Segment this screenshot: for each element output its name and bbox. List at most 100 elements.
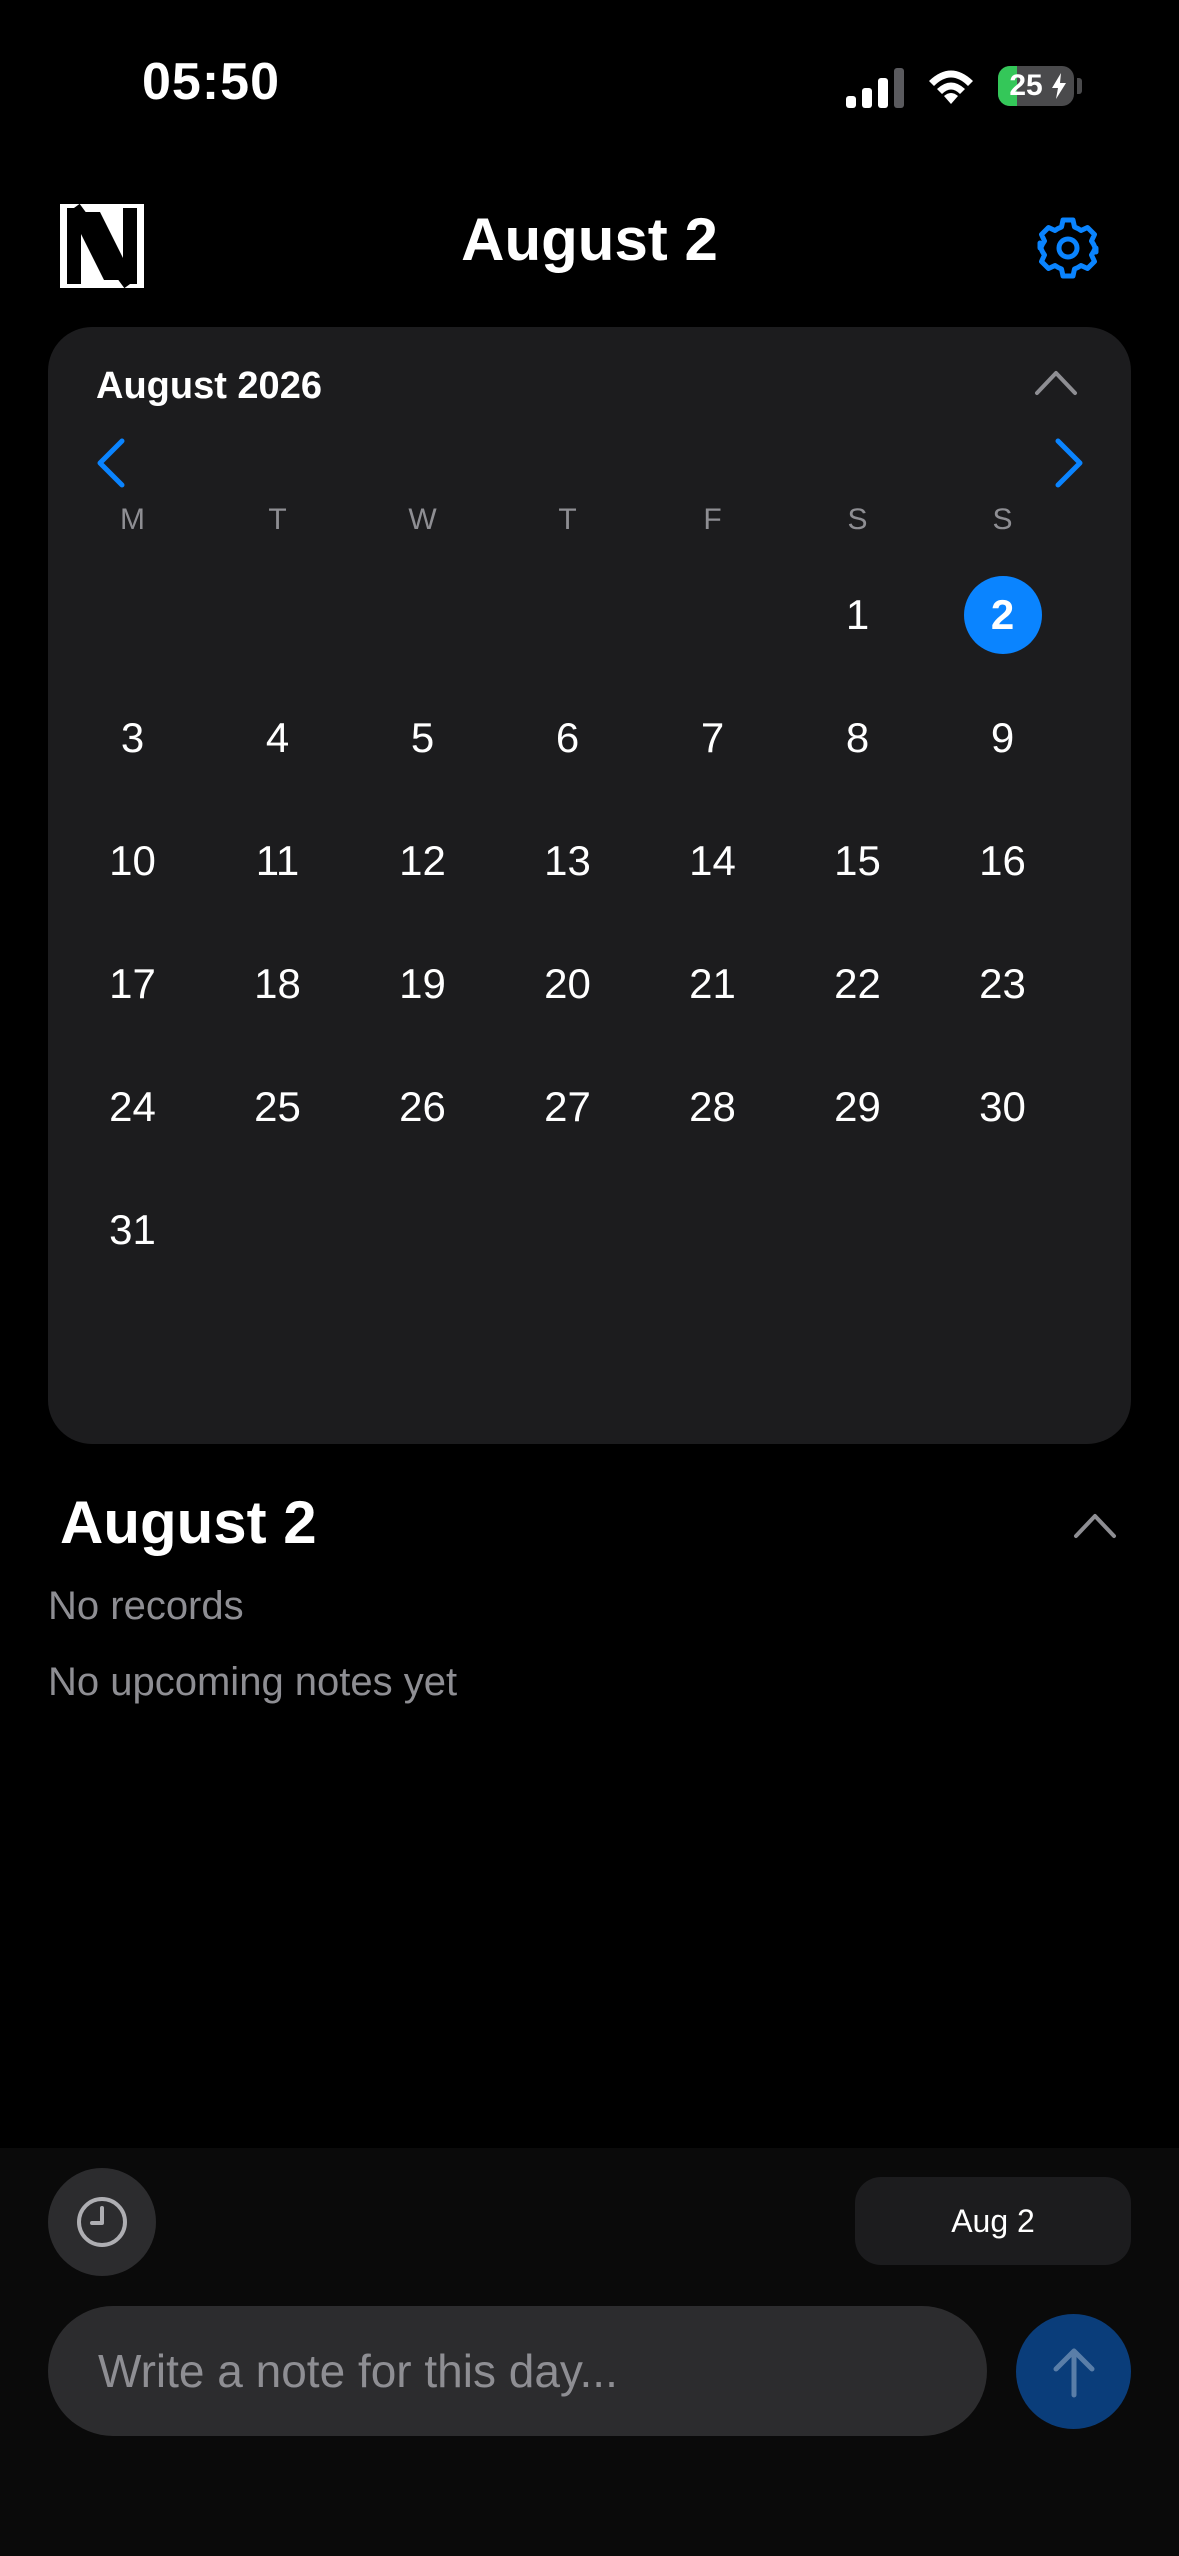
- day-number: 28: [689, 1082, 736, 1130]
- weekday-label: W: [408, 503, 437, 536]
- calendar-day-cell[interactable]: 17: [60, 922, 205, 1045]
- chevron-up-icon[interactable]: [1033, 365, 1079, 399]
- day-number: 17: [109, 959, 156, 1007]
- weekday-label: S: [992, 503, 1013, 536]
- date-pill-button[interactable]: Aug 2: [855, 2177, 1131, 2265]
- calendar-day-cell[interactable]: 20: [495, 922, 640, 1045]
- weekday-label: S: [847, 503, 868, 536]
- day-number: 26: [399, 1082, 446, 1130]
- app-screen: 05:50 25 August 2 August 2026 M T W T F …: [0, 0, 1179, 2556]
- day-number: 24: [109, 1082, 156, 1130]
- weekday-header: MTWTFSS: [60, 503, 1075, 543]
- calendar-day-cell[interactable]: 30: [930, 1045, 1075, 1168]
- day-number: 16: [979, 836, 1026, 884]
- day-number: 10: [109, 836, 156, 884]
- history-button[interactable]: [48, 2168, 156, 2276]
- calendar-day-cell[interactable]: 25: [205, 1045, 350, 1168]
- day-number: 14: [689, 836, 736, 884]
- calendar-day-cell[interactable]: 10: [60, 799, 205, 922]
- day-number: 1: [845, 590, 870, 638]
- calendar-blank-cell: [205, 553, 350, 676]
- day-number: 18: [254, 959, 301, 1007]
- calendar-day-cell[interactable]: 28: [640, 1045, 785, 1168]
- status-time: 05:50: [142, 53, 280, 111]
- calendar-day-cell[interactable]: 21: [640, 922, 785, 1045]
- calendar-day-cell[interactable]: 7: [640, 676, 785, 799]
- note-input[interactable]: [48, 2306, 987, 2436]
- battery-cap: [1077, 78, 1082, 94]
- day-number: 21: [689, 959, 736, 1007]
- chevron-left-icon[interactable]: [88, 435, 132, 491]
- charging-bolt-icon: [1052, 73, 1066, 99]
- calendar-day-cell[interactable]: 23: [930, 922, 1075, 1045]
- day-number: 7: [700, 713, 725, 761]
- arrow-up-icon: [1053, 2348, 1094, 2397]
- calendar-day-cell[interactable]: 14: [640, 799, 785, 922]
- weekday-label: F: [703, 503, 722, 536]
- calendar-blank-cell: [60, 553, 205, 676]
- chevron-up-icon[interactable]: [1072, 1508, 1118, 1542]
- cellular-signal-icon: [846, 68, 904, 108]
- calendar-day-cell[interactable]: 13: [495, 799, 640, 922]
- day-number: 3: [120, 713, 145, 761]
- calendar-blank-cell: [350, 553, 495, 676]
- calendar-day-cell[interactable]: 4: [205, 676, 350, 799]
- calendar-day-cell[interactable]: 1: [785, 553, 930, 676]
- calendar-day-cell[interactable]: 16: [930, 799, 1075, 922]
- day-number: 13: [544, 836, 591, 884]
- chevron-right-icon[interactable]: [1048, 435, 1092, 491]
- day-number: 29: [834, 1082, 881, 1130]
- weekday-label: M: [120, 503, 145, 536]
- calendar-day-cell[interactable]: 19: [350, 922, 495, 1045]
- selected-day-number: 2: [963, 575, 1042, 654]
- calendar-day-cell[interactable]: 31: [60, 1168, 205, 1291]
- calendar-day-cell[interactable]: 22: [785, 922, 930, 1045]
- day-number: 11: [255, 836, 300, 884]
- calendar-day-cell[interactable]: 5: [350, 676, 495, 799]
- day-number: 25: [254, 1082, 301, 1130]
- calendar-days-grid: 1 2 3 4 5 6 7 8 9 10 11 12 13 14 15 16 17 18 19 20 21 22 23 24 2…: [60, 553, 1075, 1291]
- no-records-text: No records: [48, 1584, 244, 1628]
- calendar-day-cell[interactable]: 9: [930, 676, 1075, 799]
- calendar-day-cell[interactable]: 6: [495, 676, 640, 799]
- clock-icon: [77, 2197, 127, 2247]
- day-number: 4: [265, 713, 290, 761]
- day-section-title: August 2: [60, 1489, 317, 1556]
- calendar-blank-cell: [495, 553, 640, 676]
- calendar-day-cell[interactable]: 2: [930, 553, 1075, 676]
- weekday-label: T: [268, 503, 287, 536]
- calendar-day-cell[interactable]: 3: [60, 676, 205, 799]
- weekday-label: T: [558, 503, 577, 536]
- calendar-blank-cell: [640, 553, 785, 676]
- calendar-day-cell[interactable]: 26: [350, 1045, 495, 1168]
- calendar-day-cell[interactable]: 18: [205, 922, 350, 1045]
- status-bar: 05:50 25: [0, 0, 1179, 150]
- calendar-day-cell[interactable]: 12: [350, 799, 495, 922]
- calendar-day-cell[interactable]: 24: [60, 1045, 205, 1168]
- day-number: 19: [399, 959, 446, 1007]
- day-number: 23: [979, 959, 1026, 1007]
- header-title: August 2: [461, 206, 718, 273]
- gear-icon[interactable]: [1036, 216, 1100, 280]
- calendar-card: August 2026 MTWTFSS 1 2 3 4 5 6 7 8 9 10 11 12 13 14 1…: [48, 327, 1131, 1444]
- day-number: 30: [979, 1082, 1026, 1130]
- calendar-day-cell[interactable]: 15: [785, 799, 930, 922]
- day-number: 6: [555, 713, 580, 761]
- day-number: 12: [399, 836, 446, 884]
- day-number: 22: [834, 959, 881, 1007]
- day-number: 20: [544, 959, 591, 1007]
- battery-level: 25: [1009, 69, 1043, 102]
- day-number: 5: [410, 713, 435, 761]
- day-number: 9: [990, 713, 1015, 761]
- calendar-day-cell[interactable]: 27: [495, 1045, 640, 1168]
- calendar-month-label: August 2026: [96, 365, 322, 407]
- day-number: 15: [834, 836, 881, 884]
- day-number: 27: [544, 1082, 591, 1130]
- day-number: 8: [845, 713, 870, 761]
- calendar-day-cell[interactable]: 11: [205, 799, 350, 922]
- calendar-day-cell[interactable]: 8: [785, 676, 930, 799]
- battery-indicator: 25: [998, 66, 1074, 106]
- wifi-icon: [929, 70, 973, 104]
- calendar-day-cell[interactable]: 29: [785, 1045, 930, 1168]
- send-button[interactable]: [1016, 2314, 1131, 2429]
